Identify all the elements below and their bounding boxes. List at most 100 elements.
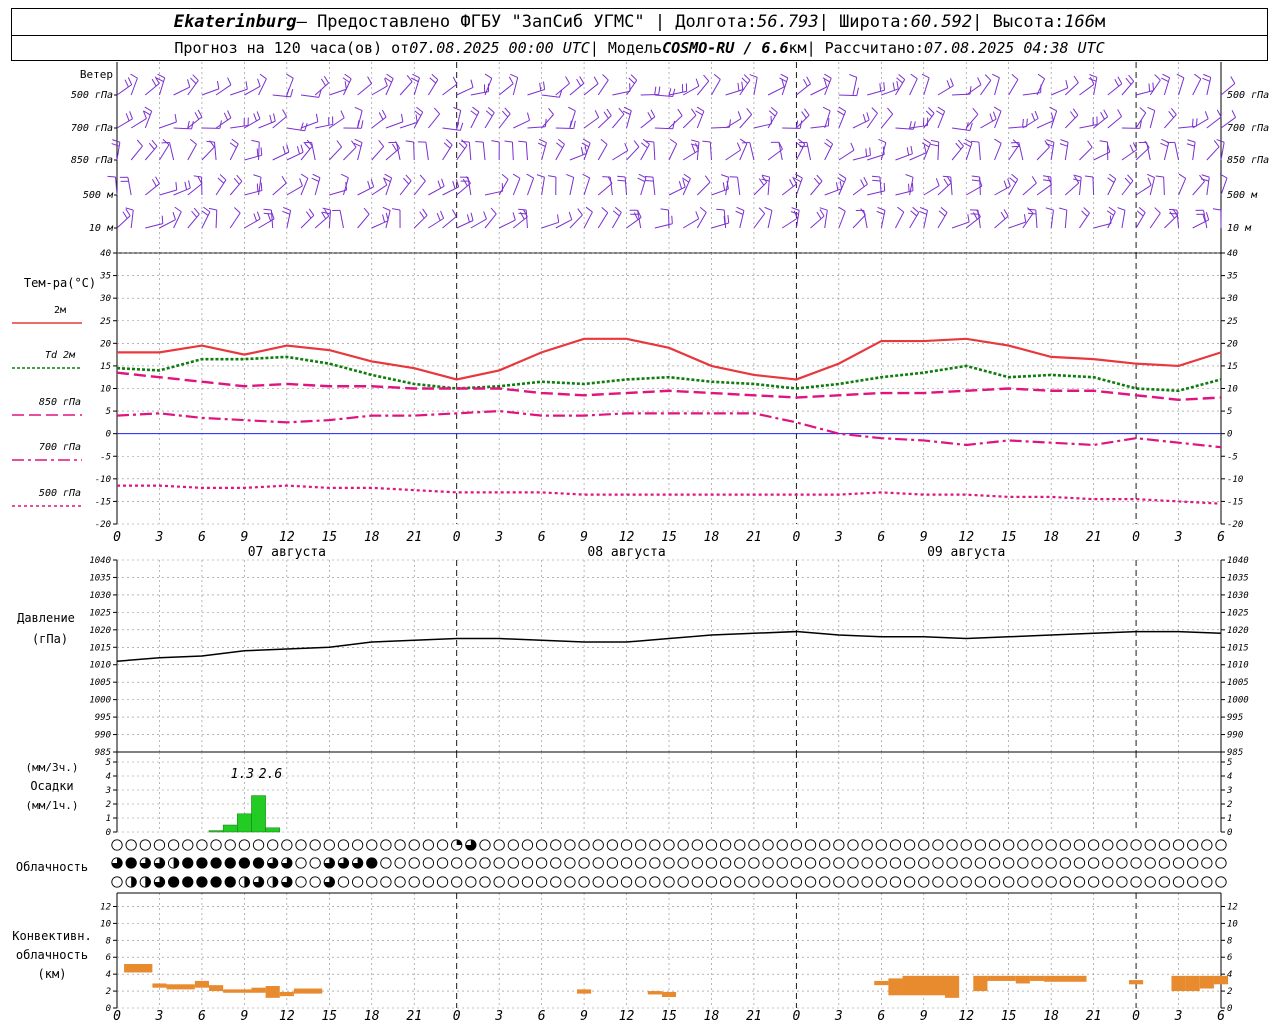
wind-barb-flag (342, 77, 350, 83)
wind-barb-shaft (583, 177, 591, 196)
cloud-symbol (833, 857, 845, 869)
wind-barb-shaft (1135, 212, 1146, 229)
conv-bar (661, 991, 677, 997)
wind-level-label: 850 гПа (71, 155, 113, 166)
wind-barb-flag (703, 74, 710, 82)
wind-barb-shaft (244, 218, 261, 229)
conv-xtick-label: 3 (1174, 1009, 1183, 1024)
wind-barb-flag (1212, 208, 1221, 211)
conv-bar (874, 980, 889, 986)
wind-barb-flag (764, 206, 773, 211)
wind-barb-flag (470, 110, 478, 116)
wind-barb-shaft (652, 177, 656, 196)
temp-ytick-label: 25 (100, 317, 111, 327)
wind-barb-flag (378, 112, 384, 120)
temp-ytick-label: 10 (100, 385, 111, 395)
conv-bar (945, 975, 960, 998)
conv-bar (265, 986, 280, 998)
cloud-symbol (1116, 857, 1128, 869)
cloud-symbol-fill (210, 876, 222, 888)
cloud-symbol (535, 839, 548, 851)
cloud-symbol (1172, 857, 1185, 869)
cloud-symbol (974, 857, 987, 869)
wind-barb-flag (1161, 77, 1169, 83)
wind-barb-flag (281, 176, 287, 184)
wind-barb-shaft (456, 86, 474, 96)
wind-barb-shaft (767, 86, 785, 96)
wind-barb-shaft (653, 142, 656, 161)
wind-barb-flag (872, 179, 881, 182)
cloud-symbol (861, 839, 873, 851)
wind-barb-flag (245, 81, 248, 90)
conv-xtick-label: 21 (406, 1009, 422, 1024)
cloud-symbol (833, 839, 845, 851)
cloud-symbol (988, 839, 1001, 851)
cloud-symbol (224, 839, 236, 851)
temp-xtick-label: 15 (321, 530, 337, 545)
press-ytick-label: 1020 (89, 626, 111, 636)
cloud-symbol (380, 876, 392, 888)
cloud-symbol (1116, 839, 1128, 851)
conv-ytick-label: 6 (1227, 953, 1232, 963)
temp-legend-label: 500 гПа (39, 488, 81, 499)
wind-barb-flag (151, 78, 157, 87)
wind-barb-shaft (950, 177, 953, 196)
cloud-symbol (1215, 876, 1227, 888)
wind-barb-flag (1022, 118, 1024, 127)
wind-barb-flag (1114, 78, 1120, 87)
wind-barb-shaft (442, 186, 459, 196)
wind-barb-shaft (1192, 78, 1202, 96)
conv-bar (973, 975, 988, 992)
temp-ytick-label: -5 (1227, 452, 1238, 462)
conv-xtick-label: 0 (1132, 1009, 1140, 1024)
wind-barb-flag (125, 208, 131, 217)
cloud-symbol (776, 876, 788, 888)
wind-barb-flag (234, 207, 241, 214)
wind-level-label: 700 гПа (71, 123, 113, 134)
wind-barb-flag (111, 143, 120, 147)
conv-bar (1199, 975, 1214, 989)
wind-barb-flag (257, 78, 261, 87)
conv-bar (1029, 975, 1045, 981)
wind-barb-flag (539, 82, 542, 91)
wind-barb-shaft (682, 115, 697, 129)
cloud-symbol (620, 839, 633, 851)
wind-barb-flag (1162, 73, 1170, 79)
wind-barb-flag (354, 138, 363, 144)
conv-bar (152, 983, 167, 988)
wind-barb-flag (382, 206, 391, 211)
conv-xtick-label: 18 (364, 1009, 380, 1024)
cloud-symbol (380, 839, 392, 851)
cloud-symbol (238, 839, 251, 851)
wind-barb-shaft (781, 217, 798, 229)
cloud-symbol (1158, 876, 1171, 888)
cloud-symbol (408, 839, 420, 851)
wind-barb-flag (1202, 77, 1211, 82)
wind-barb-flag (837, 110, 845, 116)
cloud-symbol (974, 839, 987, 851)
cloud-symbol (762, 876, 774, 888)
wind-barb-flag (193, 175, 202, 178)
wind-barb-shaft (456, 145, 468, 161)
cloud-symbol (635, 876, 647, 888)
wind-barb-flag (1128, 74, 1135, 82)
wind-barb-flag (416, 106, 424, 113)
wind-level-label-right: 850 гПа (1227, 155, 1269, 166)
wind-barb-flag (879, 83, 882, 92)
cloud-symbol (1017, 876, 1029, 888)
wind-barb-shaft (413, 180, 426, 196)
wind-barb-shaft (737, 177, 741, 196)
wind-barb-flag (957, 139, 964, 147)
cloud-symbol (1087, 857, 1100, 869)
wind-level-label: 500 гПа (71, 90, 113, 101)
wind-barb-shaft (597, 79, 609, 96)
wind-barb-shaft (1149, 212, 1161, 229)
wind-barb-flag (518, 140, 527, 143)
wind-barb-shaft (767, 210, 773, 229)
wind-barb-shaft (116, 84, 132, 96)
wind-barb-flag (203, 206, 211, 213)
wind-barb-shaft (895, 211, 905, 229)
wind-barb-flag (557, 214, 560, 223)
conv-bar (647, 991, 662, 995)
temp-ytick-label: 30 (1226, 294, 1238, 304)
